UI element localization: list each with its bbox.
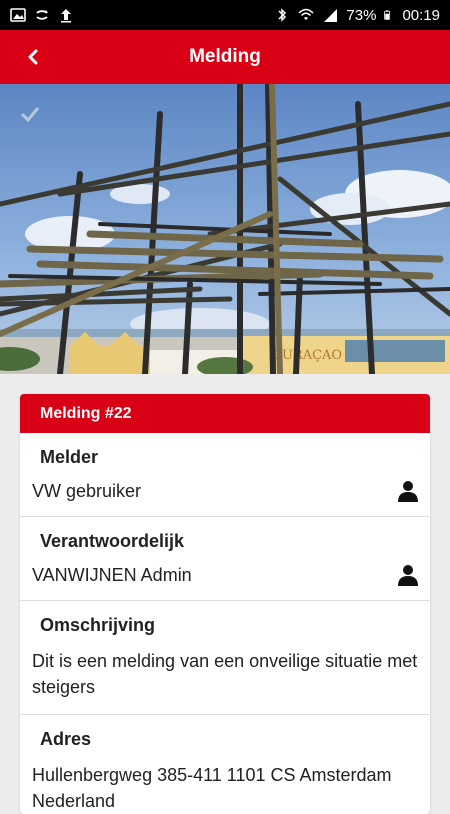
report-photo[interactable]: CURAÇAO: [0, 84, 450, 374]
back-arrow-icon: [28, 49, 38, 65]
status-bar: 73% 00:19: [0, 0, 450, 30]
omschrijving-value: Dit is een melding van een onveilige sit…: [32, 651, 418, 697]
scaffolding-photo: CURAÇAO: [0, 84, 450, 374]
verantwoordelijk-value: VANWIJNEN Admin: [32, 564, 192, 585]
bluetooth-icon: [278, 8, 287, 22]
battery-percent: 73%: [346, 6, 377, 24]
wifi-icon: [298, 8, 314, 20]
adres-value: Hullenbergweg 385-411 1101 CS Amsterdam …: [32, 765, 392, 811]
status-time: 00:19: [402, 6, 440, 24]
person-icon: [398, 565, 418, 586]
adres-label: Adres: [40, 729, 92, 749]
battery-icon: [384, 10, 391, 20]
upload-icon: [61, 9, 71, 23]
app-bar: Melding: [0, 30, 450, 84]
omschrijving-label: Omschrijving: [40, 615, 156, 635]
signal-icon: [324, 9, 338, 22]
back-button[interactable]: [20, 44, 46, 70]
melder-value: VW gebruiker: [32, 480, 142, 501]
card-header: Melding #22: [20, 394, 430, 433]
image-icon: [10, 8, 26, 22]
section-omschrijving: Omschrijving Dit is een melding van een …: [20, 601, 430, 715]
section-adres: Adres Hullenbergweg 385-411 1101 CS Amst…: [20, 715, 430, 814]
melder-row[interactable]: VW gebruiker: [32, 480, 418, 502]
status-left: [10, 7, 74, 23]
melder-label: Melder: [40, 447, 99, 467]
verantwoordelijk-label: Verantwoordelijk: [40, 531, 185, 551]
verantwoordelijk-row[interactable]: VANWIJNEN Admin: [32, 564, 418, 586]
page-title: Melding: [189, 46, 261, 67]
section-verantwoordelijk: Verantwoordelijk VANWIJNEN Admin: [20, 517, 430, 601]
status-right: 73% 00:19: [274, 7, 440, 24]
section-melder: Melder VW gebruiker: [20, 433, 430, 517]
person-icon: [398, 481, 418, 502]
sync-icon: [36, 10, 48, 20]
report-card: Melding #22 Melder VW gebruiker Verantwo…: [20, 394, 430, 814]
